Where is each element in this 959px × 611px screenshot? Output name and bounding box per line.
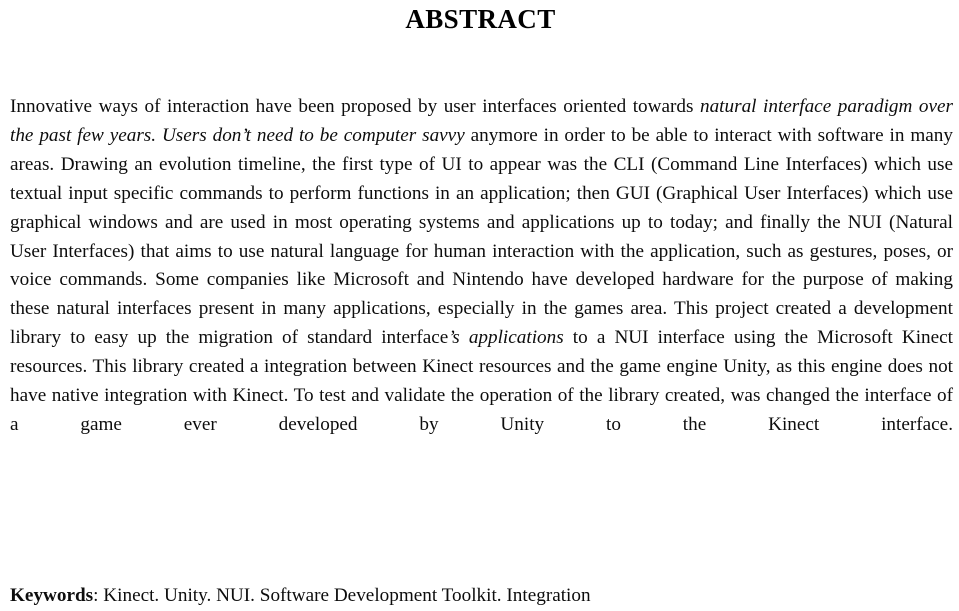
abstract-segment-4-italic: ’s applications xyxy=(448,327,564,349)
abstract-paragraph: Innovative ways of interaction have been… xyxy=(10,93,953,469)
page-title: ABSTRACT xyxy=(405,4,556,34)
keywords-line: Keywords: Kinect. Unity. NUI. Software D… xyxy=(10,582,953,611)
abstract-segment-1: Innovative ways of interaction have been… xyxy=(10,96,700,117)
keywords-label: Keywords xyxy=(10,585,94,607)
document-page: ABSTRACT Innovative ways of interaction … xyxy=(0,4,959,606)
abstract-segment-3: anymore in order to be able to interact … xyxy=(10,124,953,349)
keywords-terms: Kinect. Unity. NUI. Software Development… xyxy=(103,585,591,607)
keywords-separator: : xyxy=(93,585,104,607)
